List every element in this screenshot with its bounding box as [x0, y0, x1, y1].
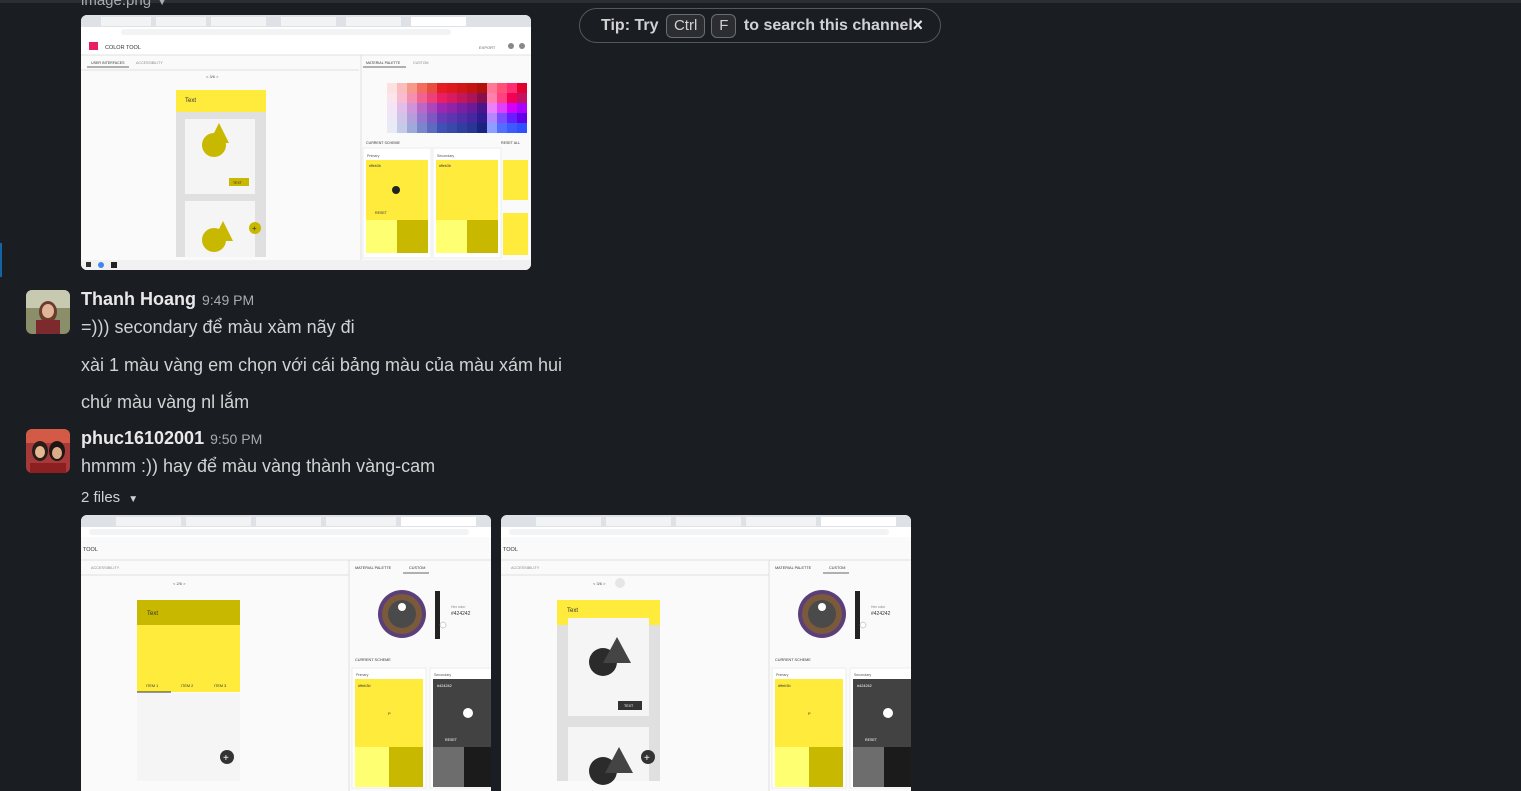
svg-text:MATERIAL PALETTE: MATERIAL PALETTE	[775, 566, 812, 570]
svg-text:ITEM 3: ITEM 3	[214, 684, 226, 688]
svg-text:+: +	[252, 224, 257, 233]
svg-text:ACCESSIBILITY: ACCESSIBILITY	[511, 566, 540, 570]
svg-text:MATERIAL PALETTE: MATERIAL PALETTE	[366, 61, 401, 65]
svg-text:Text: Text	[147, 611, 158, 617]
close-icon[interactable]: ×	[912, 15, 923, 36]
svg-text:CUSTOM: CUSTOM	[829, 566, 845, 570]
svg-text:Secondary: Secondary	[854, 673, 871, 677]
svg-text:USER INTERFACES: USER INTERFACES	[91, 61, 125, 65]
message-text: hmmm :)) hay để màu vàng thành vàng-cam	[81, 456, 436, 476]
svg-text:ACCESSIBILITY: ACCESSIBILITY	[136, 61, 163, 65]
svg-text:Hex color: Hex color	[871, 605, 886, 609]
svg-text:#ffeb3b: #ffeb3b	[369, 164, 381, 168]
svg-text:Text: Text	[185, 98, 196, 104]
image-attachment-1[interactable]: COLOR TOOL EXPORT USER INTERFACES ACCESS…	[81, 15, 531, 270]
svg-text:CURRENT SCHEME: CURRENT SCHEME	[366, 141, 400, 145]
message-text: =))) secondary để màu xàm nãy đi	[81, 317, 355, 337]
svg-text:RESET: RESET	[865, 738, 878, 742]
svg-text:Hex color: Hex color	[451, 605, 466, 609]
svg-text:TEXT: TEXT	[233, 181, 243, 185]
svg-text:EXPORT: EXPORT	[479, 45, 496, 50]
message-timestamp[interactable]: 9:49 PM	[202, 292, 254, 308]
svg-text:Primary: Primary	[367, 154, 380, 158]
message-text: xài 1 màu vàng em chọn với cái bảng màu …	[81, 355, 563, 375]
message-author[interactable]: phuc16102001 9:50 PM	[81, 428, 262, 449]
svg-text:Secondary: Secondary	[437, 154, 454, 158]
svg-text:CURRENT SCHEME: CURRENT SCHEME	[355, 658, 391, 662]
tip-prefix: Tip: Try	[601, 16, 659, 34]
svg-text:#424242: #424242	[857, 684, 872, 688]
svg-text:CUSTOM: CUSTOM	[413, 61, 429, 65]
avatar[interactable]	[26, 290, 70, 334]
svg-text:RESET: RESET	[375, 211, 388, 215]
svg-text:CURRENT SCHEME: CURRENT SCHEME	[775, 658, 811, 662]
svg-text:CUSTOM: CUSTOM	[409, 566, 425, 570]
svg-text:Primary: Primary	[356, 673, 369, 677]
app-title: COLOR TOOL	[105, 45, 141, 51]
svg-text:Text: Text	[567, 608, 578, 614]
svg-text:P: P	[388, 711, 391, 716]
search-tip-banner: Tip: Try Ctrl F to search this channel ×	[579, 8, 941, 43]
ctrl-key: Ctrl	[665, 13, 706, 38]
svg-text:RESET ALL: RESET ALL	[501, 141, 520, 145]
svg-text:+: +	[223, 753, 229, 764]
svg-text:< 3/6 >: < 3/6 >	[593, 581, 606, 586]
avatar[interactable]	[26, 429, 70, 473]
svg-text:< 3/6 >: < 3/6 >	[206, 74, 219, 79]
top-divider	[0, 0, 1521, 3]
image-attachment-3[interactable]: TOOL ACCESSIBILITY MATERIAL PALETTE CUST…	[501, 515, 911, 791]
svg-text:+: +	[644, 753, 650, 764]
svg-text:< 2/6 >: < 2/6 >	[173, 581, 186, 586]
svg-text:#ffeb3b: #ffeb3b	[439, 164, 451, 168]
svg-text:P: P	[808, 711, 811, 716]
chevron-down-icon[interactable]: ▼	[157, 0, 167, 8]
svg-text:#ffeb3b: #ffeb3b	[358, 684, 371, 688]
image-attachment-2[interactable]: TOOL ACCESSIBILITY MATERIAL PALETTE CUST…	[81, 515, 491, 791]
attachment-filename[interactable]: image.png ▼	[81, 0, 167, 9]
svg-text:#424242: #424242	[871, 611, 891, 617]
message-timestamp[interactable]: 9:50 PM	[210, 431, 262, 447]
files-toggle[interactable]: 2 files ▼	[81, 489, 138, 506]
svg-text:ITEM 2: ITEM 2	[181, 684, 193, 688]
svg-text:Primary: Primary	[776, 673, 789, 677]
svg-text:#ffeb3b: #ffeb3b	[778, 684, 791, 688]
unread-marker	[0, 243, 2, 277]
f-key: F	[711, 13, 737, 38]
svg-text:ACCESSIBILITY: ACCESSIBILITY	[91, 566, 120, 570]
svg-text:Secondary: Secondary	[434, 673, 451, 677]
svg-text:#424242: #424242	[451, 611, 471, 617]
svg-text:TOOL: TOOL	[503, 547, 518, 553]
svg-text:RESET: RESET	[445, 738, 458, 742]
message-text: chứ màu vàng nl lắm	[81, 392, 250, 412]
palette-grid	[387, 83, 527, 133]
chevron-down-icon[interactable]: ▼	[128, 494, 138, 505]
svg-text:TOOL: TOOL	[83, 547, 98, 553]
svg-text:TEXT: TEXT	[624, 704, 634, 708]
svg-text:ITEM 1: ITEM 1	[146, 684, 158, 688]
message-author[interactable]: Thanh Hoang 9:49 PM	[81, 289, 254, 310]
svg-text:#424242: #424242	[437, 684, 452, 688]
svg-text:MATERIAL PALETTE: MATERIAL PALETTE	[355, 566, 392, 570]
tip-suffix: to search this channel	[743, 16, 913, 34]
